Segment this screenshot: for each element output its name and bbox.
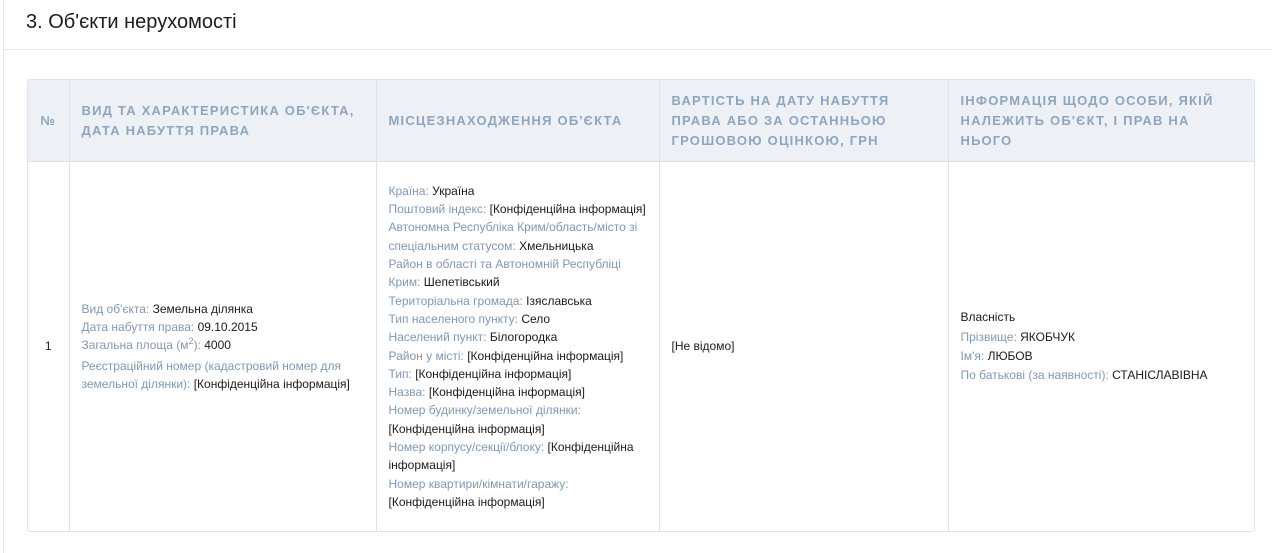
location-street-type: Тип: [Конфіденційна інформація] (388, 366, 572, 381)
total-area: Загальна площа (м2): 4000 (81, 336, 231, 353)
col-header-owner: Інформація щодо особи, якій належить об'… (948, 80, 1254, 162)
owner-name: Ім'я: ЛЮБОВ (960, 349, 1033, 363)
section-header: 3. Об'єкти нерухомості (4, 0, 1272, 50)
location-settlement-type: Тип населеного пункту: Село (388, 311, 551, 326)
location-building-block: Номер корпусу/секції/блоку: [Конфіденцій… (388, 439, 634, 473)
col-header-number: № (28, 80, 70, 162)
location-house-number: Номер будинку/земельної ділянки: [Конфід… (388, 403, 581, 436)
location-postcode: Поштовий індекс: [Конфіденційна інформац… (388, 202, 646, 217)
location-country: Країна: Україна (388, 183, 475, 198)
location-settlement: Населений пункт: Білогородка (388, 330, 558, 345)
location-district: Район в області та Автономній Республіці… (388, 257, 621, 290)
location-apartment: Номер квартири/кімнати/гаражу: [Конфіден… (388, 476, 569, 509)
col-header-value: Вартість на дату набуття права або за ос… (659, 80, 949, 162)
table-row: 1 Вид об'єкта: Земельна ділянка Дата наб… (28, 161, 1254, 532)
location-community: Територіальна громада: Ізяславська (388, 293, 592, 308)
location-city-district: Район у місті: [Конфіденційна інформація… (388, 348, 624, 363)
cadastre-number: Реєстраційний номер (кадастровий номер д… (81, 358, 350, 391)
col-header-object: Вид та характеристика об'єкта, дата набу… (69, 80, 377, 162)
real-estate-table: № Вид та характеристика об'єкта, дата на… (27, 79, 1255, 532)
object-cell: Вид об'єкта: Земельна ділянка Дата набут… (69, 161, 377, 531)
location-street-name: Назва: [Конфіденційна інформація] (388, 385, 585, 400)
ownership-right: Власність (960, 310, 1016, 325)
owner-cell: Власність Прізвище: ЯКОБЧУК Ім'я: ЛЮБОВ … (948, 162, 1254, 532)
section-title: 3. Об'єкти нерухомості (26, 11, 237, 33)
owner-surname: Прізвище: ЯКОБЧУК (960, 329, 1075, 344)
section-card: 3. Об'єкти нерухомості № Вид та характер… (3, 0, 1272, 553)
col-header-location: Місцезнаходження об'єкта (376, 80, 660, 162)
owner-patronymic: По батькові (за наявності): СТАНІСЛАВІВН… (960, 368, 1208, 383)
acquisition-date: Дата набуття права: 09.10.2015 (81, 320, 258, 335)
value-cell: [Не відомо] (659, 161, 949, 531)
location-region: Автономна Республіка Крим/область/місто … (388, 220, 638, 253)
object-value: [Не відомо] (671, 339, 735, 354)
location-cell: Країна: Україна Поштовий індекс: [Конфід… (376, 161, 660, 531)
object-type: Вид об'єкта: Земельна ділянка (81, 301, 253, 316)
table-header-row: № Вид та характеристика об'єкта, дата на… (28, 80, 1254, 162)
row-number: 1 (28, 161, 70, 531)
